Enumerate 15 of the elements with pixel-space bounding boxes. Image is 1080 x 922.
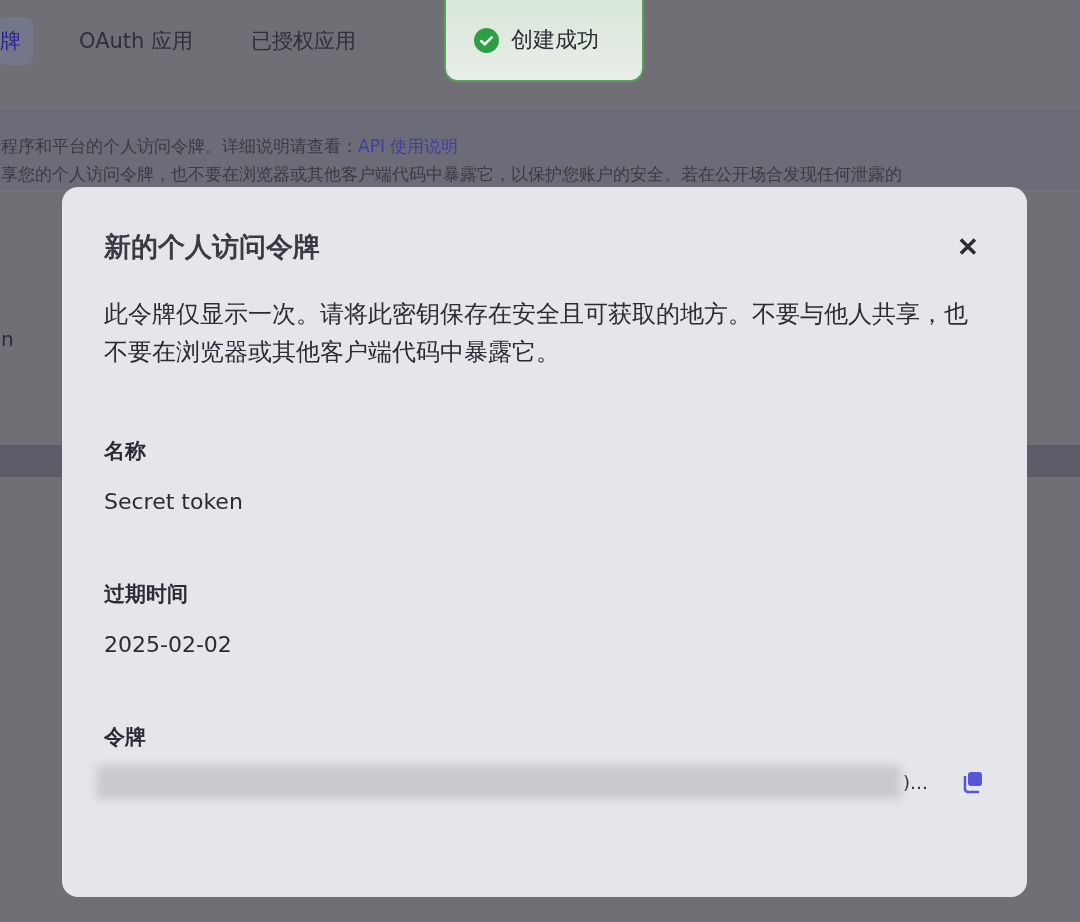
field-label: 过期时间 [104,581,189,608]
table-cell: n [1,327,14,351]
check-circle-icon [474,27,499,53]
close-button[interactable]: ✕ [957,231,979,263]
tab[interactable]: 已授权应用 [239,17,369,65]
field-value: 2025-02-02 [104,632,233,657]
token-value: )… [903,771,929,793]
tab[interactable]: OAuth 应用 [67,17,206,65]
dialog-description: 此令牌仅显示一次。请将此密钥保存在安全且可获取的地方。不要与他人共享，也不要在浏览器或其他客户端代码中暴露它。 [104,299,969,368]
tab[interactable]: 牌 [0,17,33,65]
field-label: 令牌 [104,724,147,751]
field-label: 名称 [104,438,147,465]
toast-message: 创建成功 [511,26,599,54]
field-value: Secret token [104,489,244,514]
dialog-title: 新的个人访问令牌 [104,230,320,264]
